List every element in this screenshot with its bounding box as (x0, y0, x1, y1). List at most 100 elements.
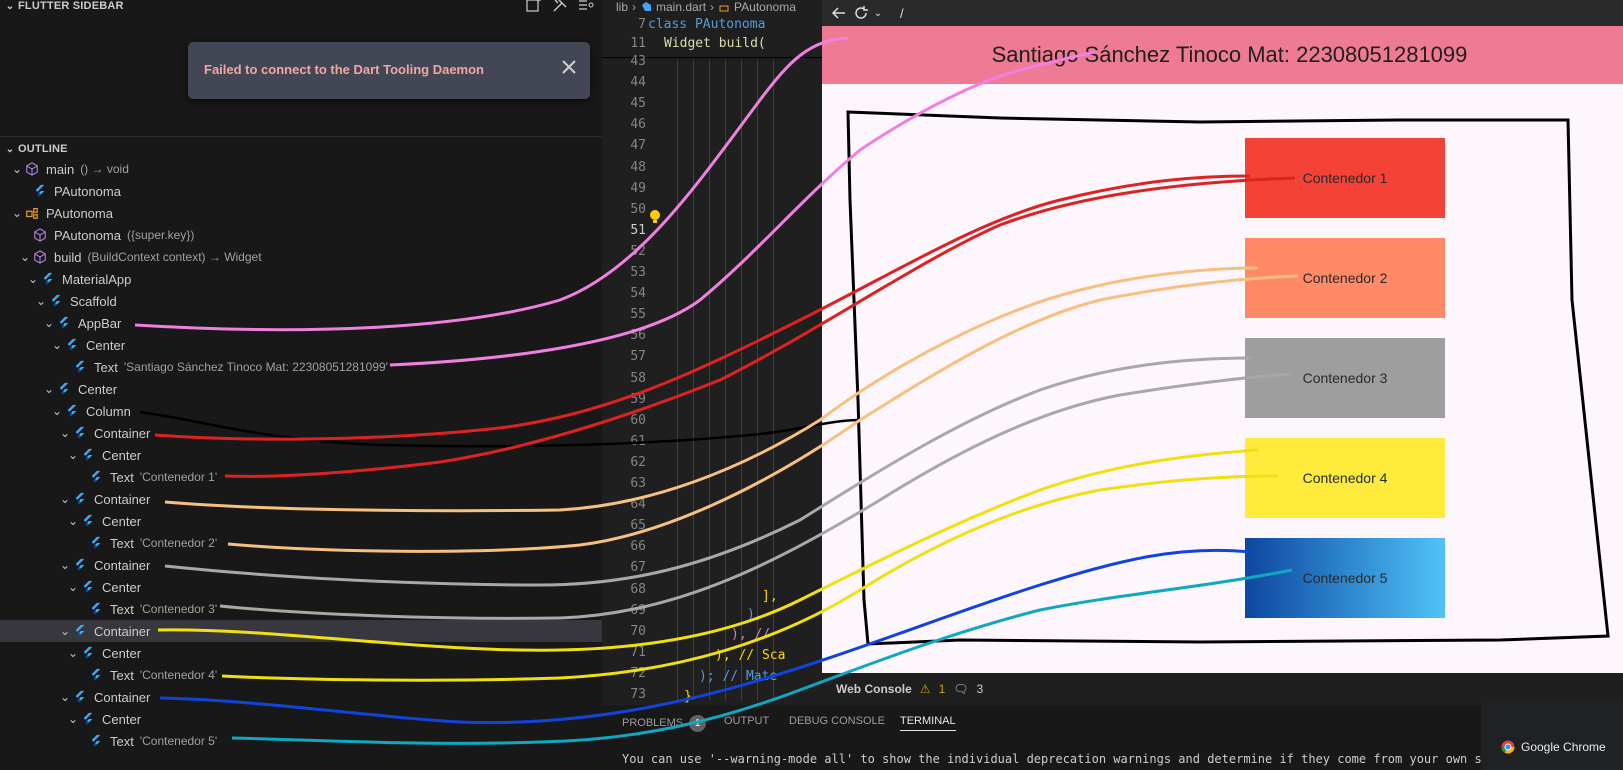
outline-item[interactable]: ⌄ Container (0, 686, 602, 708)
sticky-scroll-line[interactable]: 11 Widget build( (602, 35, 822, 54)
preview-url[interactable]: / (900, 6, 904, 21)
line-number: 72 (630, 665, 646, 681)
lightbulb-icon[interactable] (648, 209, 662, 225)
breadcrumb-item[interactable]: main.dart (656, 0, 706, 14)
class-icon (719, 5, 729, 12)
outline-item[interactable]: ⌄ Container (0, 488, 602, 510)
flutter-app-preview: Santiago Sánchez Tinoco Mat: 22308051281… (822, 26, 1623, 673)
outline-item[interactable]: ⌄ PAutonoma (0, 202, 602, 224)
code-fragment: ], (762, 589, 778, 604)
line-number: 67 (630, 560, 646, 576)
line-number: 46 (630, 117, 646, 133)
outline-item[interactable]: ⌄ main () → void (0, 158, 602, 180)
flutter-widget-icon (88, 733, 104, 749)
outline-item-detail: 'Contenedor 4' (139, 668, 218, 682)
chevron-down-icon[interactable]: ⌄ (66, 514, 80, 528)
chevron-down-icon[interactable]: ⌄ (66, 712, 80, 726)
outline-item[interactable]: Text 'Contenedor 4' (0, 664, 602, 686)
tools-icon[interactable] (552, 0, 568, 13)
tab-terminal[interactable]: TERMINAL (900, 715, 956, 731)
tab-problems[interactable]: PROBLEMS 1 (622, 715, 707, 732)
chevron-down-icon[interactable]: ⌄ (18, 250, 32, 264)
outline-item[interactable]: Text 'Contenedor 3' (0, 598, 602, 620)
outline-item[interactable]: ⌄ Center (0, 444, 602, 466)
container-1: Contenedor 1 (1245, 138, 1445, 218)
code-editor[interactable]: lib › main.dart › PAutonoma 7 class PAut… (602, 0, 822, 705)
outline-item-detail: 'Contenedor 2' (139, 536, 218, 550)
chevron-down-icon[interactable]: ⌄ (42, 382, 56, 396)
close-icon[interactable] (558, 56, 580, 78)
outline-item-detail: 'Contenedor 1' (139, 470, 218, 484)
chevron-down-icon[interactable]: ⌄ (58, 426, 72, 440)
container-3: Contenedor 3 (1245, 338, 1445, 418)
tab-output[interactable]: OUTPUT (724, 715, 769, 727)
chevron-down-icon[interactable]: ⌄ (58, 624, 72, 638)
outline-item[interactable]: ⌄ Container (0, 620, 602, 642)
outline-item[interactable]: PAutonoma (0, 180, 602, 202)
chevron-down-icon[interactable]: ⌄ (66, 580, 80, 594)
outline-item-label: Text (94, 359, 118, 375)
outline-item[interactable]: ⌄ build (BuildContext context) → Widget (0, 246, 602, 268)
outline-item[interactable]: ⌄ MaterialApp (0, 268, 602, 290)
chevron-down-icon[interactable]: ⌄ (10, 206, 24, 220)
outline-title: OUTLINE (18, 143, 68, 155)
outline-item[interactable]: ⌄ Center (0, 378, 602, 400)
breadcrumb-item[interactable]: lib (616, 0, 628, 14)
line-number: 51 (630, 222, 646, 238)
outline-item[interactable]: ⌄ Center (0, 334, 602, 356)
outline-item[interactable]: Text 'Santiago Sánchez Tinoco Mat: 223080… (0, 356, 602, 378)
outline-item[interactable]: ⌄ Container (0, 554, 602, 576)
back-icon[interactable] (828, 2, 850, 24)
outline-item[interactable]: Text 'Contenedor 5' (0, 730, 602, 752)
new-widget-icon[interactable] (526, 0, 542, 13)
outline-item[interactable]: Text 'Contenedor 1' (0, 466, 602, 488)
code-line: class PAutonoma (648, 17, 766, 32)
outline-item[interactable]: Text 'Contenedor 2' (0, 532, 602, 554)
tab-debug-console[interactable]: DEBUG CONSOLE (789, 715, 885, 727)
outline-item-label: Center (86, 337, 126, 353)
reload-icon[interactable] (850, 2, 872, 24)
outline-item[interactable]: ⌄ Column (0, 400, 602, 422)
outline-item-label: Text (110, 469, 134, 485)
breadcrumb-item[interactable]: PAutonoma (734, 0, 796, 14)
line-number: 65 (630, 518, 646, 534)
container-label: Contenedor 5 (1302, 570, 1388, 586)
chevron-down-icon[interactable]: ⌄ (66, 646, 80, 660)
flutter-widget-icon (88, 601, 104, 617)
outline-item-label: Text (110, 601, 134, 617)
outline-item-label: PAutonoma (54, 183, 121, 199)
outline-item[interactable]: ⌄ Center (0, 510, 602, 532)
outline-item[interactable]: ⌄ Center (0, 576, 602, 598)
outline-item[interactable]: ⌄ Center (0, 708, 602, 730)
outline-header[interactable]: ⌄ OUTLINE (0, 140, 602, 158)
terminal-output[interactable]: You can use '--warning-mode all' to show… (622, 752, 1623, 766)
indent-guide (709, 60, 710, 700)
chevron-down-icon[interactable]: ⌄ (872, 2, 884, 24)
chevron-down-icon[interactable]: ⌄ (50, 338, 64, 352)
chevron-down-icon[interactable]: ⌄ (58, 492, 72, 506)
chevron-down-icon[interactable]: ⌄ (50, 404, 64, 418)
chevron-down-icon[interactable]: ⌄ (10, 162, 24, 176)
line-number: 55 (630, 307, 646, 323)
outline-item[interactable]: ⌄ Container (0, 422, 602, 444)
chrome-notification[interactable]: Google Chrome (1481, 700, 1623, 770)
outline-item[interactable]: ⌄ Scaffold (0, 290, 602, 312)
chevron-down-icon[interactable]: ⌄ (26, 272, 40, 286)
sticky-scroll-line[interactable]: 7 class PAutonoma (602, 16, 822, 35)
chevron-down-icon[interactable]: ⌄ (42, 316, 56, 330)
container-5: Contenedor 5 (1245, 538, 1445, 618)
outline-item[interactable]: ⌄ AppBar (0, 312, 602, 334)
chevron-down-icon[interactable]: ⌄ (58, 690, 72, 704)
outline-item[interactable]: ⌄ Center (0, 642, 602, 664)
list-settings-icon[interactable] (578, 0, 594, 13)
line-number: 68 (630, 581, 646, 597)
comment-icon: 🗨 (953, 682, 969, 696)
chevron-down-icon[interactable]: ⌄ (58, 558, 72, 572)
flutter-sidebar-header[interactable]: ⌄ FLUTTER SIDEBAR (0, 0, 602, 15)
container-4: Contenedor 4 (1245, 438, 1445, 518)
outline-item[interactable]: PAutonoma ({super.key}) (0, 224, 602, 246)
chevron-down-icon[interactable]: ⌄ (34, 294, 48, 308)
chevron-down-icon: ⌄ (5, 0, 15, 12)
chevron-down-icon[interactable]: ⌄ (66, 448, 80, 462)
code-fragment: ); // Mate (699, 669, 778, 684)
